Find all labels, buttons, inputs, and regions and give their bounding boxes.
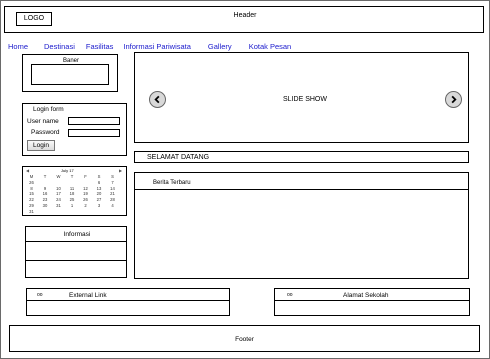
calendar-day[interactable]: 11 xyxy=(66,186,79,191)
slideshow-label: SLIDE SHOW xyxy=(283,96,327,103)
calendar-weekday: S xyxy=(97,174,101,179)
calendar-day[interactable]: 26 xyxy=(79,197,92,202)
calendar-day[interactable]: 8 xyxy=(25,186,38,191)
calendar-weekday: T xyxy=(43,174,47,179)
calendar-day[interactable]: 23 xyxy=(39,197,52,202)
calendar-day[interactable]: 15 xyxy=(25,191,38,196)
calendar-day[interactable]: 14 xyxy=(106,186,119,191)
calendar-day[interactable]: 3 xyxy=(93,203,106,208)
calendar-day[interactable]: 31 xyxy=(52,203,65,208)
nav-home[interactable]: Home xyxy=(8,42,28,52)
password-label: Password xyxy=(31,129,60,136)
calendar-day[interactable]: 4 xyxy=(106,203,119,208)
school-address-label: Alamat Sekolah xyxy=(343,292,389,299)
calendar-day[interactable]: 10 xyxy=(52,186,65,191)
main-nav: Home Destinasi Fasilitas Informasi Pariw… xyxy=(8,42,291,52)
school-address-box: oo Alamat Sekolah xyxy=(274,288,470,316)
footer: Footer xyxy=(9,325,480,352)
info-title: Informasi xyxy=(63,231,91,238)
header xyxy=(4,6,484,33)
login-form-title: Login form xyxy=(33,106,64,113)
nav-gallery[interactable]: Gallery xyxy=(208,42,232,52)
nav-destinasi[interactable]: Destinasi xyxy=(44,42,75,52)
slideshow-prev-button[interactable] xyxy=(149,91,166,108)
calendar-day[interactable]: 30 xyxy=(39,203,52,208)
calendar-day[interactable]: 19 xyxy=(79,191,92,196)
chevron-left-icon xyxy=(154,95,160,104)
welcome-bar: SELAMAT DATANG xyxy=(134,151,469,163)
calendar-day[interactable]: 22 xyxy=(25,197,38,202)
nav-fasilitas[interactable]: Fasilitas xyxy=(86,42,114,52)
banner: Baner xyxy=(22,54,118,92)
address-icon: oo xyxy=(287,292,293,298)
calendar-weekday: S xyxy=(111,174,114,179)
external-link-divider xyxy=(27,300,229,301)
external-link-box: oo External Link xyxy=(26,288,230,316)
calendar-weekday: T xyxy=(70,174,74,179)
link-icon: oo xyxy=(37,292,43,298)
news-panel: Berita Terbaru xyxy=(134,172,469,279)
calendar-day[interactable]: 12 xyxy=(79,186,92,191)
calendar-day[interactable]: 9 xyxy=(39,186,52,191)
news-title: Berita Terbaru xyxy=(153,180,191,186)
calendar-day[interactable]: 26 xyxy=(25,180,38,185)
calendar-widget: ◀ July 17 ▶ M T W T F S S 26 6 7 8 9 10 11 12 13 14 15 16 1… xyxy=(22,166,127,216)
calendar-weekday: M xyxy=(29,174,34,179)
calendar-day[interactable]: 24 xyxy=(52,197,65,202)
calendar-weekday: F xyxy=(84,174,87,179)
username-input[interactable] xyxy=(68,117,120,125)
chevron-right-icon xyxy=(451,95,457,104)
header-title: Header xyxy=(233,12,257,19)
calendar-day[interactable]: 29 xyxy=(25,203,38,208)
welcome-text: SELAMAT DATANG xyxy=(147,154,210,161)
calendar-day[interactable]: 18 xyxy=(66,191,79,196)
calendar-day[interactable]: 25 xyxy=(66,197,79,202)
external-link-label[interactable]: External Link xyxy=(69,292,107,299)
calendar-day[interactable]: 21 xyxy=(106,191,119,196)
info-divider xyxy=(26,241,126,242)
calendar-weekday: W xyxy=(56,174,61,179)
nav-informasi-pariwisata[interactable]: Informasi Pariwisata xyxy=(123,42,191,52)
calendar-day[interactable]: 28 xyxy=(106,197,119,202)
calendar-next-icon[interactable]: ▶ xyxy=(119,168,122,173)
logo[interactable]: LOGO xyxy=(16,12,52,26)
password-input[interactable] xyxy=(68,129,120,137)
info-box: Informasi xyxy=(25,226,127,278)
calendar-day[interactable]: 17 xyxy=(52,191,65,196)
calendar-day[interactable]: 2 xyxy=(79,203,92,208)
banner-image-placeholder[interactable] xyxy=(31,64,109,85)
calendar-day[interactable]: 7 xyxy=(106,180,119,185)
login-form: Login form User name Password Login xyxy=(22,103,127,156)
login-button[interactable]: Login xyxy=(27,140,55,151)
calendar-day[interactable]: 13 xyxy=(93,186,106,191)
slideshow-next-button[interactable] xyxy=(445,91,462,108)
info-divider xyxy=(26,260,126,261)
school-address-divider xyxy=(275,300,469,301)
news-divider xyxy=(135,189,468,190)
calendar-day[interactable]: 27 xyxy=(93,197,106,202)
calendar-day[interactable]: 1 xyxy=(66,203,79,208)
calendar-day[interactable]: 31 xyxy=(25,209,38,214)
nav-kotak-pesan[interactable]: Kotak Pesan xyxy=(249,42,292,52)
calendar-day[interactable]: 6 xyxy=(93,180,106,185)
calendar-month-title: July 17 xyxy=(61,168,74,173)
footer-text: Footer xyxy=(235,336,254,343)
username-label: User name xyxy=(27,118,59,125)
calendar-day[interactable]: 16 xyxy=(39,191,52,196)
calendar-day[interactable]: 20 xyxy=(93,191,106,196)
slideshow: SLIDE SHOW xyxy=(134,52,469,143)
calendar-prev-icon[interactable]: ◀ xyxy=(26,168,29,173)
